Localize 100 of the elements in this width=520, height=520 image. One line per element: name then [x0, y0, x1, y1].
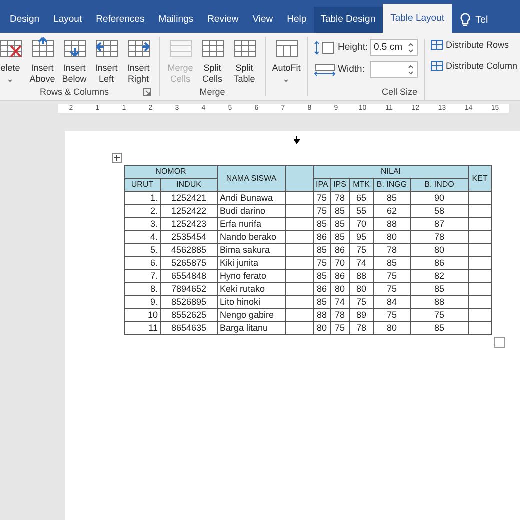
table-cell: 4. [124, 230, 160, 244]
column-header: URUT [124, 178, 160, 192]
height-field[interactable]: 0.5 cm [370, 39, 418, 56]
table-cell: 75 [314, 204, 331, 218]
table-cell: 5. [124, 244, 160, 256]
column-select-arrow-icon [294, 136, 300, 144]
table-cell: 85 [314, 296, 331, 308]
spinner-icon [408, 64, 414, 76]
autofit-button[interactable]: AutoFit ⌄ [272, 36, 301, 85]
table-cell: 1252423 [160, 218, 218, 230]
distribute-columns-button[interactable]: Distribute Column [430, 60, 518, 72]
table-cell: 75 [314, 192, 331, 204]
cell-size-group-label: Cell Size [382, 87, 418, 97]
table-cell: 55 [350, 204, 374, 218]
table-cell: 9. [124, 296, 160, 308]
table-cell: 86 [314, 282, 331, 296]
table-cell: 86 [330, 244, 350, 256]
ribbon-tab[interactable]: Design [3, 7, 47, 33]
rows-columns-group-label: Rows & Columns [40, 87, 110, 97]
table-cell: 80 [314, 322, 331, 334]
table-cell: Erfa nurifa [218, 218, 286, 230]
ribbon-tab[interactable]: Mailings [152, 7, 201, 33]
table-cell: 80 [410, 244, 469, 256]
column-header: NILAI [314, 166, 469, 178]
column-header: NAMA SISWA [218, 166, 286, 192]
table-cell: 88 [374, 218, 411, 230]
table-resize-handle[interactable] [494, 337, 505, 348]
table-cell: 86 [314, 230, 331, 244]
table-cell: 8654635 [160, 322, 218, 334]
table-cell: 74 [350, 256, 374, 270]
table-cell: 86 [410, 256, 469, 270]
tell-me-label: Tel [475, 14, 488, 26]
lightbulb-icon [460, 13, 472, 27]
table-cell: 5265875 [160, 256, 218, 270]
column-header: NOMOR [124, 166, 218, 178]
table-cell: 89 [350, 308, 374, 322]
ribbon-button[interactable]: Split Cells [198, 36, 227, 85]
table-cell: 75 [374, 282, 411, 296]
ribbon-tab[interactable]: Review [200, 7, 246, 33]
spinner-icon [408, 42, 414, 54]
table-cell: 80 [330, 282, 350, 296]
table-cell: Bima sakura [218, 244, 286, 256]
table-cell: 74 [330, 296, 350, 308]
table-cell: 95 [350, 230, 374, 244]
distribute-rows-button[interactable]: Distribute Rows [430, 39, 518, 51]
width-label: Width: [338, 64, 366, 75]
table-cell: 8. [124, 282, 160, 296]
table-cell: Barga litanu [218, 322, 286, 334]
column-header: B. INDO [410, 178, 469, 192]
ribbon-tab[interactable]: Table Design [314, 7, 383, 33]
table-cell: Keki rutako [218, 282, 286, 296]
table-cell: 85 [314, 218, 331, 230]
table-cell: 8526895 [160, 296, 218, 308]
tell-me-tab[interactable]: Tel [452, 7, 488, 33]
table-cell: 78 [374, 244, 411, 256]
ribbon-button[interactable]: Insert Above [28, 36, 57, 85]
table-cell: 90 [410, 192, 469, 204]
table-cell: 78 [330, 192, 350, 204]
table-cell: 1252422 [160, 204, 218, 218]
table-move-handle-icon[interactable] [112, 153, 122, 163]
merge-group-label: Merge [200, 87, 226, 97]
ribbon-tab[interactable]: Table Layout [382, 4, 452, 33]
table-cell: 75 [374, 308, 411, 322]
table-cell: Nando berako [218, 230, 286, 244]
table-cell: 84 [374, 296, 411, 308]
table-cell: Nengo gabire [218, 308, 286, 322]
table-cell: 70 [350, 218, 374, 230]
table-cell: 88 [410, 296, 469, 308]
table-cell: Lito hinoki [218, 296, 286, 308]
ribbon-tab[interactable]: Help [280, 7, 314, 33]
table-cell: 10 [124, 308, 160, 322]
ribbon-button[interactable]: Insert Below [60, 36, 89, 85]
ribbon-tab[interactable]: View [246, 7, 280, 33]
table-cell: 75 [314, 256, 331, 270]
column-header: INDUK [160, 178, 218, 192]
table-cell: 4562885 [160, 244, 218, 256]
table-cell: 11 [124, 322, 160, 334]
column-header: B. INGG [374, 178, 411, 192]
table-cell: 2. [124, 204, 160, 218]
table-cell: 8552625 [160, 308, 218, 322]
table-cell: 85 [314, 244, 331, 256]
ribbon-tab[interactable]: Layout [46, 7, 90, 33]
ribbon-tab[interactable]: References [89, 7, 152, 33]
width-field[interactable] [370, 61, 418, 78]
height-label: Height: [338, 42, 368, 53]
ribbon-button[interactable]: Insert Left [92, 36, 121, 85]
table-cell: 78 [330, 308, 350, 322]
column-width-icon [314, 62, 336, 76]
ribbon-button[interactable]: elete ⌄ [0, 36, 25, 85]
table-cell: 1. [124, 192, 160, 204]
table-cell: 62 [374, 204, 411, 218]
ribbon-button[interactable]: Insert Right [124, 36, 153, 85]
table-cell: 80 [350, 282, 374, 296]
dialog-launcher-icon[interactable] [143, 88, 151, 96]
table-cell: 85 [330, 230, 350, 244]
ribbon-button[interactable]: Split Table [230, 36, 259, 85]
table-cell: 70 [330, 256, 350, 270]
table-cell: 80 [374, 230, 411, 244]
table-cell: 78 [350, 322, 374, 334]
table-cell: 85 [374, 256, 411, 270]
